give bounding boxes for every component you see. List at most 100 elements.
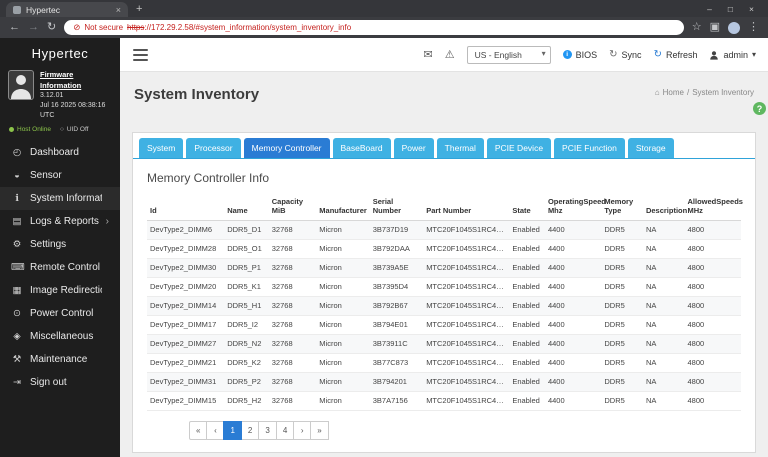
tab-baseboard[interactable]: BaseBoard bbox=[333, 138, 391, 158]
page-1-button[interactable]: 1 bbox=[223, 421, 241, 440]
column-header: MemoryType bbox=[601, 195, 643, 220]
cell-state: Enabled bbox=[509, 353, 545, 372]
new-tab-button[interactable]: + bbox=[136, 2, 142, 17]
page-2-button[interactable]: 2 bbox=[241, 421, 259, 440]
tab-power[interactable]: Power bbox=[394, 138, 434, 158]
cell-state: Enabled bbox=[509, 315, 545, 334]
sidebar-item-sign-out[interactable]: ⇥ Sign out bbox=[0, 371, 120, 394]
favicon bbox=[13, 6, 21, 14]
refresh-button[interactable]: ↻ Refresh bbox=[654, 49, 698, 60]
image-redirection-icon: ▦ bbox=[11, 285, 23, 296]
tab-close-icon[interactable]: × bbox=[116, 5, 121, 15]
cell-operating-speed: 4400 bbox=[545, 334, 601, 353]
cell-state: Enabled bbox=[509, 296, 545, 315]
browser-menu-icon[interactable]: ⋮ bbox=[748, 22, 759, 33]
language-select[interactable]: US - English ▾ bbox=[467, 46, 551, 64]
sidebar-item-system-information[interactable]: ℹ System Information bbox=[0, 187, 120, 210]
firmware-information-link[interactable]: Firmware Information bbox=[40, 70, 112, 91]
cell-description: NA bbox=[643, 277, 685, 296]
page-next-button[interactable]: › bbox=[293, 421, 311, 440]
alerts-warning-icon[interactable]: ⚠ bbox=[445, 48, 455, 61]
hamburger-menu-icon[interactable] bbox=[132, 46, 149, 64]
page-4-button[interactable]: 4 bbox=[276, 421, 294, 440]
browser-profile-avatar[interactable] bbox=[728, 22, 740, 34]
cell-serial: 3B792B67 bbox=[370, 296, 423, 315]
cell-memory-type: DDR5 bbox=[601, 296, 643, 315]
sidebar-item-maintenance[interactable]: ⚒ Maintenance bbox=[0, 348, 120, 371]
cell-manufacturer: Micron bbox=[316, 277, 369, 296]
sidebar-item-settings[interactable]: ⚙ Settings bbox=[0, 233, 120, 256]
sidebar-item-sensor[interactable]: ◒ Sensor bbox=[0, 164, 120, 187]
avatar bbox=[8, 70, 34, 100]
cell-part-number: MTC20F1045S1RC48BA22 bbox=[423, 296, 509, 315]
table-header-row: Id Name CapacityMiB Manufacturer SerialN… bbox=[147, 195, 741, 220]
sidebar-menu: ◴ Dashboard ◒ Sensor ℹ System Informatio… bbox=[0, 141, 120, 394]
cell-manufacturer: Micron bbox=[316, 315, 369, 334]
chevron-down-icon: ▾ bbox=[542, 49, 546, 58]
browser-extension-icon[interactable]: ▣ bbox=[710, 22, 720, 33]
tab-storage[interactable]: Storage bbox=[628, 138, 674, 158]
window-maximize-button[interactable]: □ bbox=[728, 4, 733, 14]
tab-thermal[interactable]: Thermal bbox=[437, 138, 484, 158]
column-header: CapacityMiB bbox=[269, 195, 317, 220]
window-minimize-button[interactable]: – bbox=[707, 4, 712, 14]
sync-button[interactable]: ↻ Sync bbox=[609, 49, 641, 60]
cell-serial: 3B73911C bbox=[370, 334, 423, 353]
cell-part-number: MTC20F1045S1RC48BA22 bbox=[423, 315, 509, 334]
cell-id: DevType2_DIMM15 bbox=[147, 391, 224, 410]
tab-processor[interactable]: Processor bbox=[186, 138, 240, 158]
cell-state: Enabled bbox=[509, 391, 545, 410]
forward-icon[interactable]: → bbox=[28, 22, 39, 33]
sidebar-item-remote-control[interactable]: ⌨ Remote Control bbox=[0, 256, 120, 279]
chevron-down-icon: ▾ bbox=[752, 50, 756, 59]
cell-name: DDR5_D1 bbox=[224, 220, 269, 239]
messages-envelope-icon[interactable]: ✉ bbox=[424, 48, 433, 61]
page-last-button[interactable]: » bbox=[310, 421, 328, 440]
page-content: System Inventory ⌂ Home / System Invento… bbox=[120, 72, 768, 457]
cell-capacity: 32768 bbox=[269, 391, 317, 410]
tab-pcie-function[interactable]: PCIE Function bbox=[554, 138, 625, 158]
sidebar-item-logs-reports[interactable]: ▤ Logs & Reports › bbox=[0, 210, 120, 233]
bookmark-star-icon[interactable]: ☆ bbox=[692, 22, 702, 33]
sidebar-item-power-control[interactable]: ⊙ Power Control bbox=[0, 302, 120, 325]
cell-id: DevType2_DIMM17 bbox=[147, 315, 224, 334]
cell-name: DDR5_N2 bbox=[224, 334, 269, 353]
bios-button[interactable]: i BIOS bbox=[563, 50, 598, 60]
tab-system[interactable]: System bbox=[139, 138, 183, 158]
table-row: DevType2_DIMM21 DDR5_K2 32768 Micron 3B7… bbox=[147, 353, 741, 372]
table-row: DevType2_DIMM31 DDR5_P2 32768 Micron 3B7… bbox=[147, 372, 741, 391]
power-icon: ⊙ bbox=[11, 308, 23, 319]
sidebar-item-image-redirection[interactable]: ▦ Image Redirection bbox=[0, 279, 120, 302]
cell-capacity: 32768 bbox=[269, 315, 317, 334]
cell-capacity: 32768 bbox=[269, 220, 317, 239]
brand-logo: Hypertec bbox=[0, 38, 120, 68]
cell-description: NA bbox=[643, 220, 685, 239]
page-prev-button[interactable]: ‹ bbox=[206, 421, 224, 440]
firmware-block: Firmware Information 3.12.01 Jul 16 2025… bbox=[0, 68, 120, 126]
cell-memory-type: DDR5 bbox=[601, 372, 643, 391]
cell-capacity: 32768 bbox=[269, 239, 317, 258]
tab-pcie-device[interactable]: PCIE Device bbox=[487, 138, 551, 158]
browser-tab[interactable]: Hypertec × bbox=[6, 2, 128, 17]
table-row: DevType2_DIMM28 DDR5_O1 32768 Micron 3B7… bbox=[147, 239, 741, 258]
sidebar-item-miscellaneous[interactable]: ◈ Miscellaneous bbox=[0, 325, 120, 348]
back-icon[interactable]: ← bbox=[9, 22, 20, 33]
sidebar-item-dashboard[interactable]: ◴ Dashboard bbox=[0, 141, 120, 164]
cell-operating-speed: 4400 bbox=[545, 315, 601, 334]
address-bar[interactable]: ⊘ Not secure https://172.29.2.58/#system… bbox=[64, 20, 684, 35]
sidebar: Hypertec Firmware Information 3.12.01 Ju… bbox=[0, 38, 120, 457]
tab-memory-controller[interactable]: Memory Controller bbox=[244, 138, 330, 158]
logs-reports-icon: ▤ bbox=[11, 216, 23, 227]
cell-description: NA bbox=[643, 353, 685, 372]
status-indicators: Host Online ○UID Off bbox=[0, 126, 120, 141]
window-close-button[interactable]: × bbox=[749, 4, 754, 14]
cell-operating-speed: 4400 bbox=[545, 353, 601, 372]
cell-serial: 3B7A7156 bbox=[370, 391, 423, 410]
page-3-button[interactable]: 3 bbox=[258, 421, 276, 440]
cell-capacity: 32768 bbox=[269, 258, 317, 277]
reload-icon[interactable]: ↻ bbox=[47, 22, 56, 33]
breadcrumb-home-link[interactable]: Home bbox=[663, 88, 684, 97]
help-icon[interactable]: ? bbox=[753, 102, 766, 115]
page-first-button[interactable]: « bbox=[189, 421, 207, 440]
user-menu[interactable]: admin ▾ bbox=[709, 50, 756, 60]
